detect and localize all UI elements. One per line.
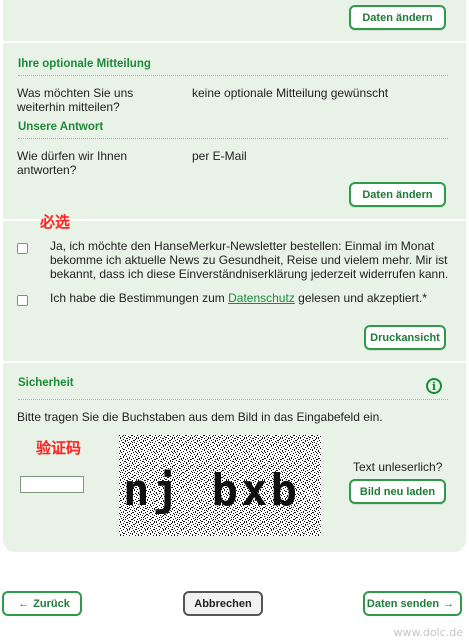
privacy-link[interactable]: Datenschutz — [228, 291, 295, 305]
our-answer-heading: Unsere Antwort — [18, 121, 104, 133]
our-answer-question: Wie dürfen wir Ihnen antworten? — [17, 149, 128, 177]
captcha-input[interactable] — [20, 476, 84, 493]
edit-data-button[interactable]: Daten ändern — [349, 182, 446, 207]
section-divider — [3, 219, 466, 221]
cancel-button[interactable]: Abbrechen — [183, 591, 263, 616]
optional-message-heading: Ihre optionale Mitteilung — [18, 58, 151, 70]
optional-message-answer: keine optionale Mitteilung gewünscht — [192, 86, 389, 100]
back-button-label: Zurück — [33, 597, 70, 610]
text-unreadable-label: Text unleserlich? — [353, 460, 443, 474]
watermark: www.dolc.de — [393, 626, 463, 639]
captcha-annotation: 验证码 — [36, 440, 82, 457]
send-button-label: Daten senden — [366, 597, 440, 610]
form-panel: Daten ändern Ihre optionale Mitteilung W… — [3, 0, 466, 552]
info-icon[interactable]: i — [426, 378, 442, 394]
reload-image-button[interactable]: Bild neu laden — [349, 479, 446, 504]
privacy-consent-text: Ich habe die Bestimmungen zum Datenschut… — [50, 291, 427, 305]
privacy-checkbox[interactable] — [17, 295, 28, 306]
captcha-image: nj bxb — [119, 435, 321, 536]
arrow-right-icon: → — [443, 597, 455, 610]
newsletter-consent-text: Ja, ich möchte den HanseMerkur-Newslette… — [50, 239, 449, 281]
edit-data-button-top[interactable]: Daten ändern — [349, 5, 446, 30]
section-divider — [3, 361, 466, 363]
dotted-separator — [18, 138, 448, 139]
section-divider — [3, 41, 466, 43]
back-button[interactable]: ← Zurück — [2, 591, 82, 616]
optional-message-question: Was möchten Sie uns weiterhin mitteilen? — [17, 86, 134, 114]
required-annotation: 必选 — [40, 214, 71, 231]
newsletter-checkbox[interactable] — [17, 243, 28, 254]
dotted-separator — [18, 75, 448, 76]
print-view-button[interactable]: Druckansicht — [364, 325, 446, 350]
dotted-separator — [18, 399, 448, 400]
security-heading: Sicherheit — [18, 377, 74, 389]
send-data-button[interactable]: Daten senden → — [363, 591, 462, 616]
captcha-text: nj bxb — [123, 465, 300, 516]
captcha-instruction: Bitte tragen Sie die Buchstaben aus dem … — [17, 410, 383, 424]
arrow-left-icon: ← — [18, 597, 30, 610]
our-answer-value: per E-Mail — [192, 149, 247, 163]
